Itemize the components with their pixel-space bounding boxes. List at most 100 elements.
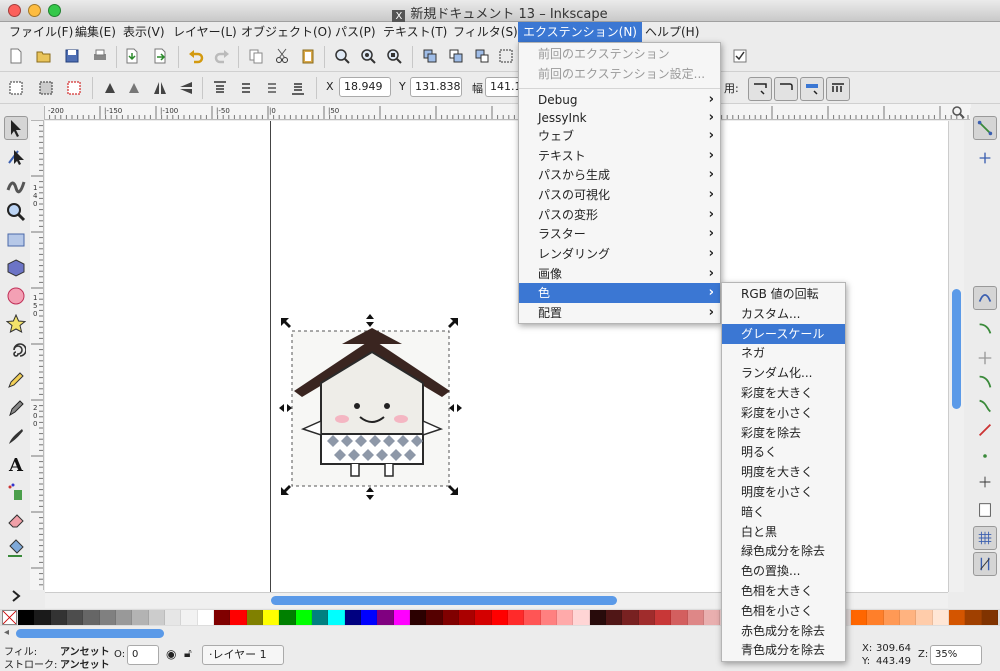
pencil-tool-icon[interactable] — [4, 368, 28, 392]
eraser-tool-icon[interactable] — [4, 508, 28, 532]
import-icon[interactable] — [122, 46, 142, 66]
zoom-input[interactable]: 35% — [930, 645, 982, 665]
color-swatch[interactable] — [981, 610, 998, 625]
text-tool-icon[interactable]: A — [4, 452, 28, 476]
color-swatch[interactable] — [687, 610, 704, 625]
clone-icon[interactable] — [446, 46, 466, 66]
eye-icon[interactable]: ◉ — [166, 647, 176, 661]
opacity-input[interactable]: 0 — [127, 645, 159, 665]
rotate-ccw-icon[interactable] — [100, 78, 120, 98]
pen-tool-icon[interactable] — [4, 396, 28, 420]
deselect-icon[interactable] — [64, 78, 84, 98]
undo-icon[interactable] — [186, 46, 206, 66]
flip-horizontal-icon[interactable] — [150, 78, 170, 98]
menu-item-generate-from-path[interactable]: パスから生成 › — [519, 165, 720, 185]
menu-item-arrange[interactable]: 配置 › — [519, 303, 720, 323]
scale-stroke-toggle[interactable] — [748, 77, 772, 101]
color-swatch[interactable] — [246, 610, 263, 625]
menu-view[interactable]: 表示(V) — [118, 22, 170, 42]
menu-item-color-negative[interactable]: ネガ — [722, 343, 845, 363]
width-input[interactable]: 141.11 — [485, 77, 520, 97]
color-swatch[interactable] — [426, 610, 443, 625]
menu-item-color-remove-red[interactable]: 赤色成分を除去 — [722, 621, 845, 641]
menu-text[interactable]: テキスト(T) — [378, 22, 452, 42]
lower-to-bottom-icon[interactable] — [288, 78, 308, 98]
transform-gradients-toggle[interactable] — [800, 77, 824, 101]
save-icon[interactable] — [62, 46, 82, 66]
snap-cusp-nodes-icon[interactable] — [973, 370, 997, 394]
paste-icon[interactable] — [298, 46, 318, 66]
layer-dropdown[interactable]: ·レイヤー 1 — [202, 645, 284, 665]
color-swatch[interactable] — [491, 610, 508, 625]
color-swatch[interactable] — [165, 610, 182, 625]
tweak-tool-icon[interactable] — [4, 172, 28, 196]
color-swatch[interactable] — [34, 610, 51, 625]
color-swatch[interactable] — [540, 610, 557, 625]
color-swatch[interactable] — [655, 610, 672, 625]
menu-item-color-desaturate[interactable]: 彩度を除去 — [722, 423, 845, 443]
node-tool-icon[interactable] — [4, 144, 28, 168]
color-swatch[interactable] — [50, 610, 67, 625]
cut-icon[interactable] — [272, 46, 292, 66]
color-swatch[interactable] — [230, 610, 247, 625]
snap-bbox-icon[interactable] — [973, 146, 997, 170]
menu-item-color-more-saturation[interactable]: 彩度を大きく — [722, 383, 845, 403]
print-icon[interactable] — [90, 46, 110, 66]
vertical-scroll-thumb[interactable] — [952, 289, 961, 409]
color-swatch[interactable] — [328, 610, 345, 625]
menu-item-color-grayscale[interactable]: グレースケール — [722, 323, 845, 344]
color-swatch[interactable] — [410, 610, 427, 625]
color-swatch[interactable] — [965, 610, 982, 625]
menu-item-color-custom[interactable]: カスタム... — [722, 304, 845, 324]
color-swatch[interactable] — [361, 610, 378, 625]
xml-editor-icon[interactable] — [730, 46, 750, 66]
stroke-value[interactable]: アンセット — [60, 656, 110, 671]
color-swatch[interactable] — [377, 610, 394, 625]
menu-item-raster[interactable]: ラスター › — [519, 224, 720, 244]
snap-rotation-centers-icon[interactable] — [973, 470, 997, 494]
snap-guides-icon[interactable] — [973, 552, 997, 576]
snap-enable-icon[interactable] — [973, 116, 997, 140]
color-swatch[interactable] — [671, 610, 688, 625]
select-all-icon[interactable] — [6, 78, 26, 98]
color-swatch[interactable] — [148, 610, 165, 625]
color-swatch[interactable] — [508, 610, 525, 625]
menu-item-images[interactable]: 画像 › — [519, 264, 720, 284]
menu-item-text[interactable]: テキスト › — [519, 146, 720, 166]
menu-item-web[interactable]: ウェブ › — [519, 126, 720, 146]
menu-item-color-less-hue[interactable]: 色相を小さく — [722, 601, 845, 621]
menu-item-modify-path[interactable]: パスの変形 › — [519, 205, 720, 225]
menu-item-color-brighter[interactable]: 明るく — [722, 442, 845, 462]
expand-tools-icon[interactable] — [4, 584, 28, 608]
menu-item-color-replace-color[interactable]: 色の置換... — [722, 561, 845, 581]
horizontal-scroll-thumb[interactable] — [271, 596, 617, 605]
menu-filters[interactable]: フィルタ(S) — [448, 22, 523, 42]
transform-patterns-toggle[interactable] — [826, 77, 850, 101]
menu-item-color-randomize[interactable]: ランダム化... — [722, 363, 845, 383]
snap-smooth-nodes-icon[interactable] — [973, 394, 997, 418]
color-swatch[interactable] — [622, 610, 639, 625]
palette-scroll-thumb[interactable] — [16, 629, 164, 638]
copy-icon[interactable] — [246, 46, 266, 66]
color-swatch[interactable] — [949, 610, 966, 625]
snap-page-border-icon[interactable] — [973, 498, 997, 522]
menu-item-color-remove-green[interactable]: 緑色成分を除去 — [722, 541, 845, 561]
color-swatch[interactable] — [557, 610, 574, 625]
menu-layer[interactable]: レイヤー(L) — [168, 22, 242, 42]
color-swatch[interactable] — [867, 610, 884, 625]
menu-item-color-more-hue[interactable]: 色相を大きく — [722, 581, 845, 601]
color-swatch[interactable] — [638, 610, 655, 625]
group-icon[interactable] — [496, 46, 516, 66]
menu-help[interactable]: ヘルプ(H) — [640, 22, 704, 42]
snap-paths-icon[interactable] — [973, 316, 997, 340]
x-input[interactable]: 18.949 — [339, 77, 391, 97]
color-swatch[interactable] — [589, 610, 606, 625]
color-swatch[interactable] — [132, 610, 149, 625]
raise-icon[interactable] — [236, 78, 256, 98]
color-swatch[interactable] — [442, 610, 459, 625]
export-icon[interactable] — [150, 46, 170, 66]
menu-item-debug[interactable]: Debug › — [519, 90, 720, 110]
zoom-selection-icon[interactable] — [332, 46, 352, 66]
menu-item-color-less-light[interactable]: 明度を小さく — [722, 482, 845, 502]
lower-icon[interactable] — [262, 78, 282, 98]
